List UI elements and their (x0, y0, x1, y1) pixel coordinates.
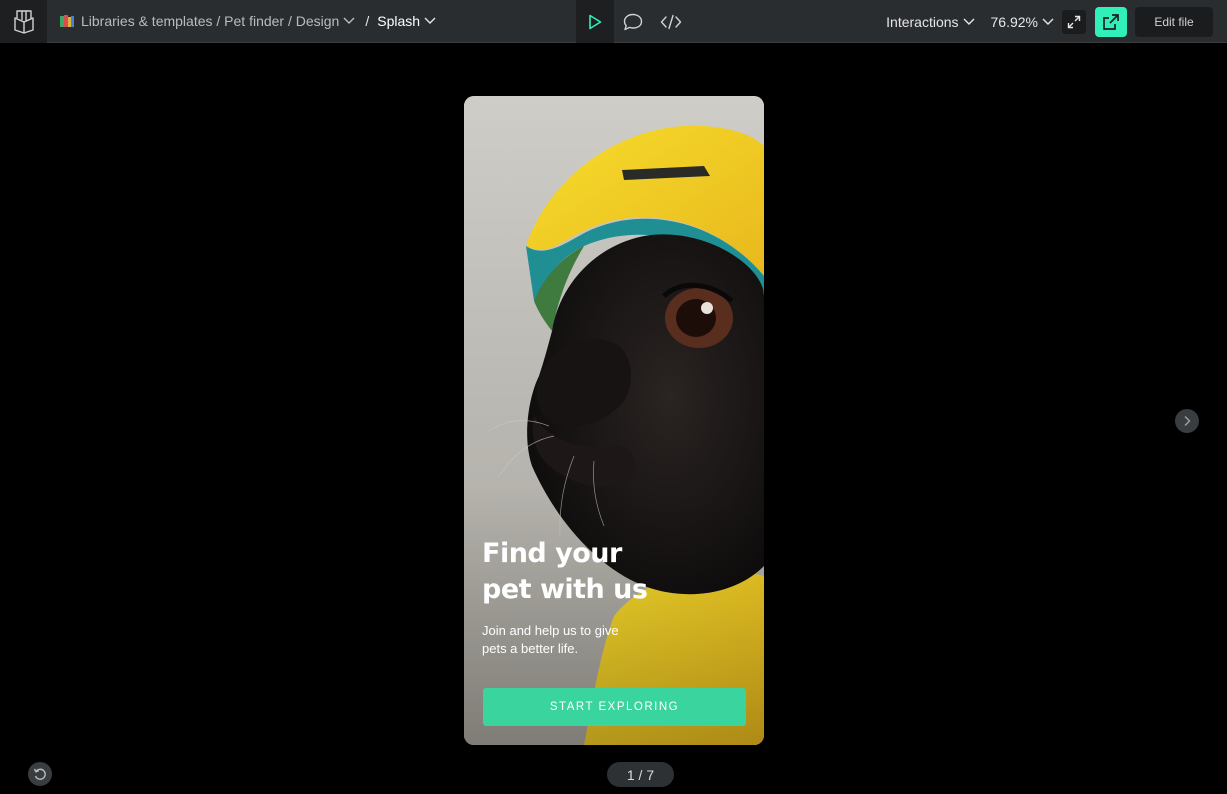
splash-subtitle: Join and help us to give pets a better l… (482, 622, 642, 658)
chevron-down-icon (1042, 18, 1054, 25)
chevron-down-icon (963, 18, 975, 25)
fullscreen-button[interactable] (1062, 9, 1086, 34)
play-icon (589, 14, 602, 29)
restart-icon (33, 768, 46, 780)
chevron-right-icon (1184, 415, 1191, 427)
share-icon (1103, 13, 1119, 30)
viewer-actions: Interactions 76.92% Edit file (886, 0, 1213, 43)
zoom-label: 76.92% (990, 13, 1038, 30)
penpot-logo-icon (13, 10, 34, 34)
start-exploring-button[interactable]: START EXPLORING (483, 688, 746, 726)
zoom-dropdown[interactable]: 76.92% (991, 14, 1054, 30)
subtitle-line-2: pets a better life. (482, 641, 579, 656)
subtitle-line-1: Join and help us to give (482, 623, 619, 638)
page-indicator: 1 / 7 (607, 762, 674, 787)
share-button[interactable] (1095, 6, 1127, 37)
headline-line-1: Find your (482, 538, 622, 569)
book-icon (60, 15, 74, 27)
inspect-code-button[interactable] (652, 0, 690, 43)
headline-line-2: pet with us (482, 574, 648, 605)
restart-prototype-button[interactable] (28, 762, 52, 786)
chevron-down-icon[interactable] (343, 17, 355, 25)
play-mode-button[interactable] (576, 0, 614, 43)
breadcrumb-separator: / (365, 13, 370, 29)
breadcrumb-current-page[interactable]: Splash (377, 13, 420, 29)
view-mode-tools (576, 0, 690, 43)
next-screen-button[interactable] (1175, 409, 1199, 433)
prototype-frame-splash[interactable]: Find your pet with us Join and help us t… (464, 96, 764, 745)
code-icon (660, 14, 682, 29)
viewer-toolbar: Libraries & templates / Pet finder / Des… (0, 0, 1227, 43)
splash-headline: Find your pet with us (482, 536, 682, 608)
logo-button[interactable] (0, 0, 47, 43)
breadcrumb-project[interactable]: Libraries & templates / Pet finder / Des… (81, 13, 339, 29)
chevron-down-icon[interactable] (424, 17, 436, 25)
comment-icon (623, 13, 643, 30)
interactions-dropdown[interactable]: Interactions (886, 13, 975, 30)
edit-file-button[interactable]: Edit file (1135, 6, 1213, 37)
breadcrumb: Libraries & templates / Pet finder / Des… (59, 13, 436, 29)
comments-mode-button[interactable] (614, 0, 652, 43)
expand-icon (1067, 15, 1081, 28)
interactions-label: Interactions (886, 13, 959, 30)
